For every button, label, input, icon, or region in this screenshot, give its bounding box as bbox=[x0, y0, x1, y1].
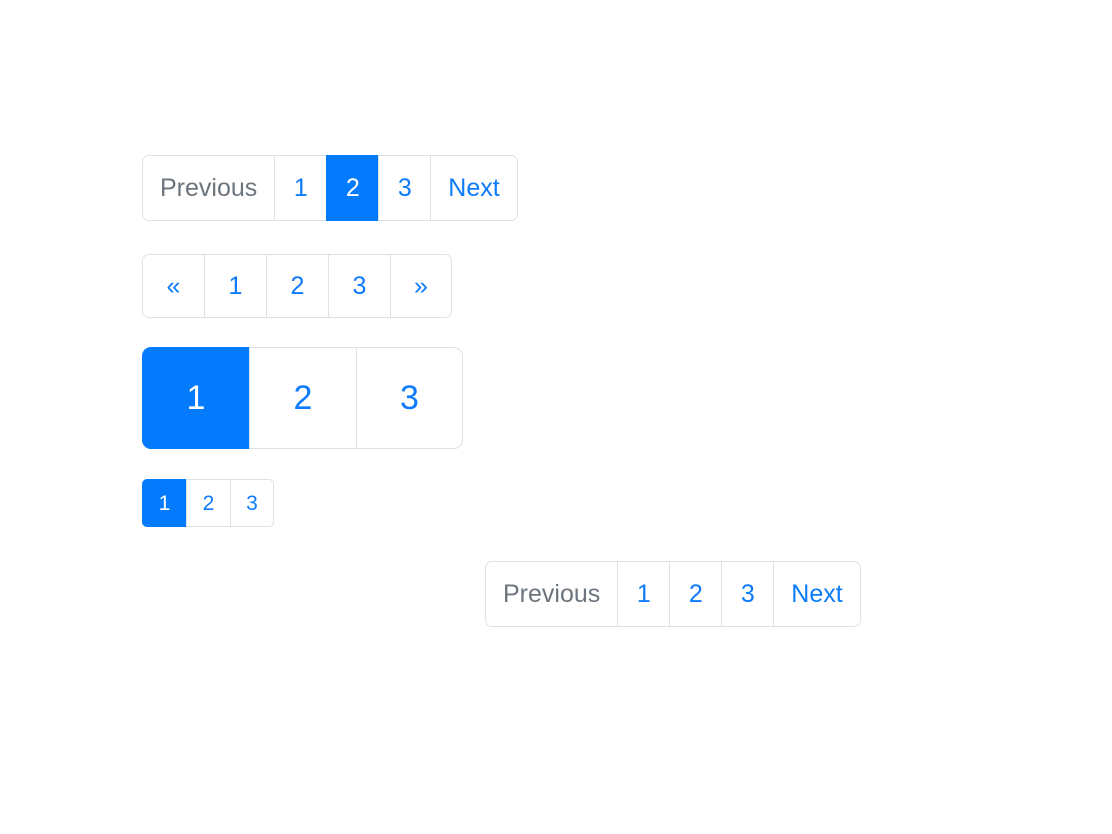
page-link-3[interactable]: 3 bbox=[721, 561, 774, 627]
pagination-list: Previous 1 2 3 Next bbox=[142, 155, 518, 221]
large-pagination: 1 2 3 bbox=[142, 347, 463, 449]
page-item-2[interactable]: 2 bbox=[266, 254, 328, 318]
page-item-1[interactable]: 1 bbox=[142, 347, 249, 449]
page-item-3[interactable]: 3 bbox=[356, 347, 463, 449]
pagination-list: 1 2 3 bbox=[142, 347, 463, 449]
pagination-list: Previous 1 2 3 Next bbox=[485, 561, 861, 627]
page-item-2[interactable]: 2 bbox=[326, 155, 379, 221]
page-item-3[interactable]: 3 bbox=[328, 254, 390, 318]
page-item-2[interactable]: 2 bbox=[669, 561, 722, 627]
page-link-1[interactable]: 1 bbox=[142, 347, 249, 449]
page-link-2[interactable]: 2 bbox=[266, 254, 328, 318]
right-aligned-pagination: Previous 1 2 3 Next bbox=[485, 561, 861, 627]
page-item-1[interactable]: 1 bbox=[617, 561, 670, 627]
basic-pagination: Previous 1 2 3 Next bbox=[142, 155, 518, 221]
page-link-1[interactable]: 1 bbox=[142, 479, 186, 527]
pagination-showcase-page: Previous 1 2 3 Next « 1 2 3 » 1 2 3 1 2 … bbox=[0, 0, 1112, 834]
page-item-3[interactable]: 3 bbox=[230, 479, 274, 527]
page-link-3[interactable]: 3 bbox=[328, 254, 390, 318]
page-link-3[interactable]: 3 bbox=[378, 155, 431, 221]
page-item-3[interactable]: 3 bbox=[378, 155, 431, 221]
page-link-2[interactable]: 2 bbox=[249, 347, 356, 449]
page-link-next[interactable]: Next bbox=[430, 155, 518, 221]
page-item-next[interactable]: » bbox=[390, 254, 452, 318]
page-link-2[interactable]: 2 bbox=[326, 155, 379, 221]
page-item-previous[interactable]: Previous bbox=[142, 155, 275, 221]
previous-chevron-icon[interactable]: « bbox=[142, 254, 204, 318]
page-item-2[interactable]: 2 bbox=[186, 479, 230, 527]
page-link-3[interactable]: 3 bbox=[356, 347, 463, 449]
page-item-3[interactable]: 3 bbox=[721, 561, 774, 627]
page-item-1[interactable]: 1 bbox=[274, 155, 327, 221]
page-item-previous[interactable]: Previous bbox=[485, 561, 618, 627]
page-item-1[interactable]: 1 bbox=[204, 254, 266, 318]
next-chevron-icon[interactable]: » bbox=[390, 254, 452, 318]
page-link-1[interactable]: 1 bbox=[274, 155, 327, 221]
page-link-3[interactable]: 3 bbox=[230, 479, 274, 527]
icon-pagination: « 1 2 3 » bbox=[142, 254, 452, 318]
small-pagination: 1 2 3 bbox=[142, 479, 274, 527]
page-link-previous[interactable]: Previous bbox=[485, 561, 618, 627]
page-item-previous[interactable]: « bbox=[142, 254, 204, 318]
page-item-next[interactable]: Next bbox=[430, 155, 518, 221]
page-item-next[interactable]: Next bbox=[773, 561, 861, 627]
pagination-list: 1 2 3 bbox=[142, 479, 274, 527]
page-link-2[interactable]: 2 bbox=[186, 479, 230, 527]
page-link-2[interactable]: 2 bbox=[669, 561, 722, 627]
page-link-1[interactable]: 1 bbox=[204, 254, 266, 318]
page-link-1[interactable]: 1 bbox=[617, 561, 670, 627]
page-link-previous[interactable]: Previous bbox=[142, 155, 275, 221]
page-link-next[interactable]: Next bbox=[773, 561, 861, 627]
page-item-1[interactable]: 1 bbox=[142, 479, 186, 527]
pagination-list: « 1 2 3 » bbox=[142, 254, 452, 318]
page-item-2[interactable]: 2 bbox=[249, 347, 356, 449]
